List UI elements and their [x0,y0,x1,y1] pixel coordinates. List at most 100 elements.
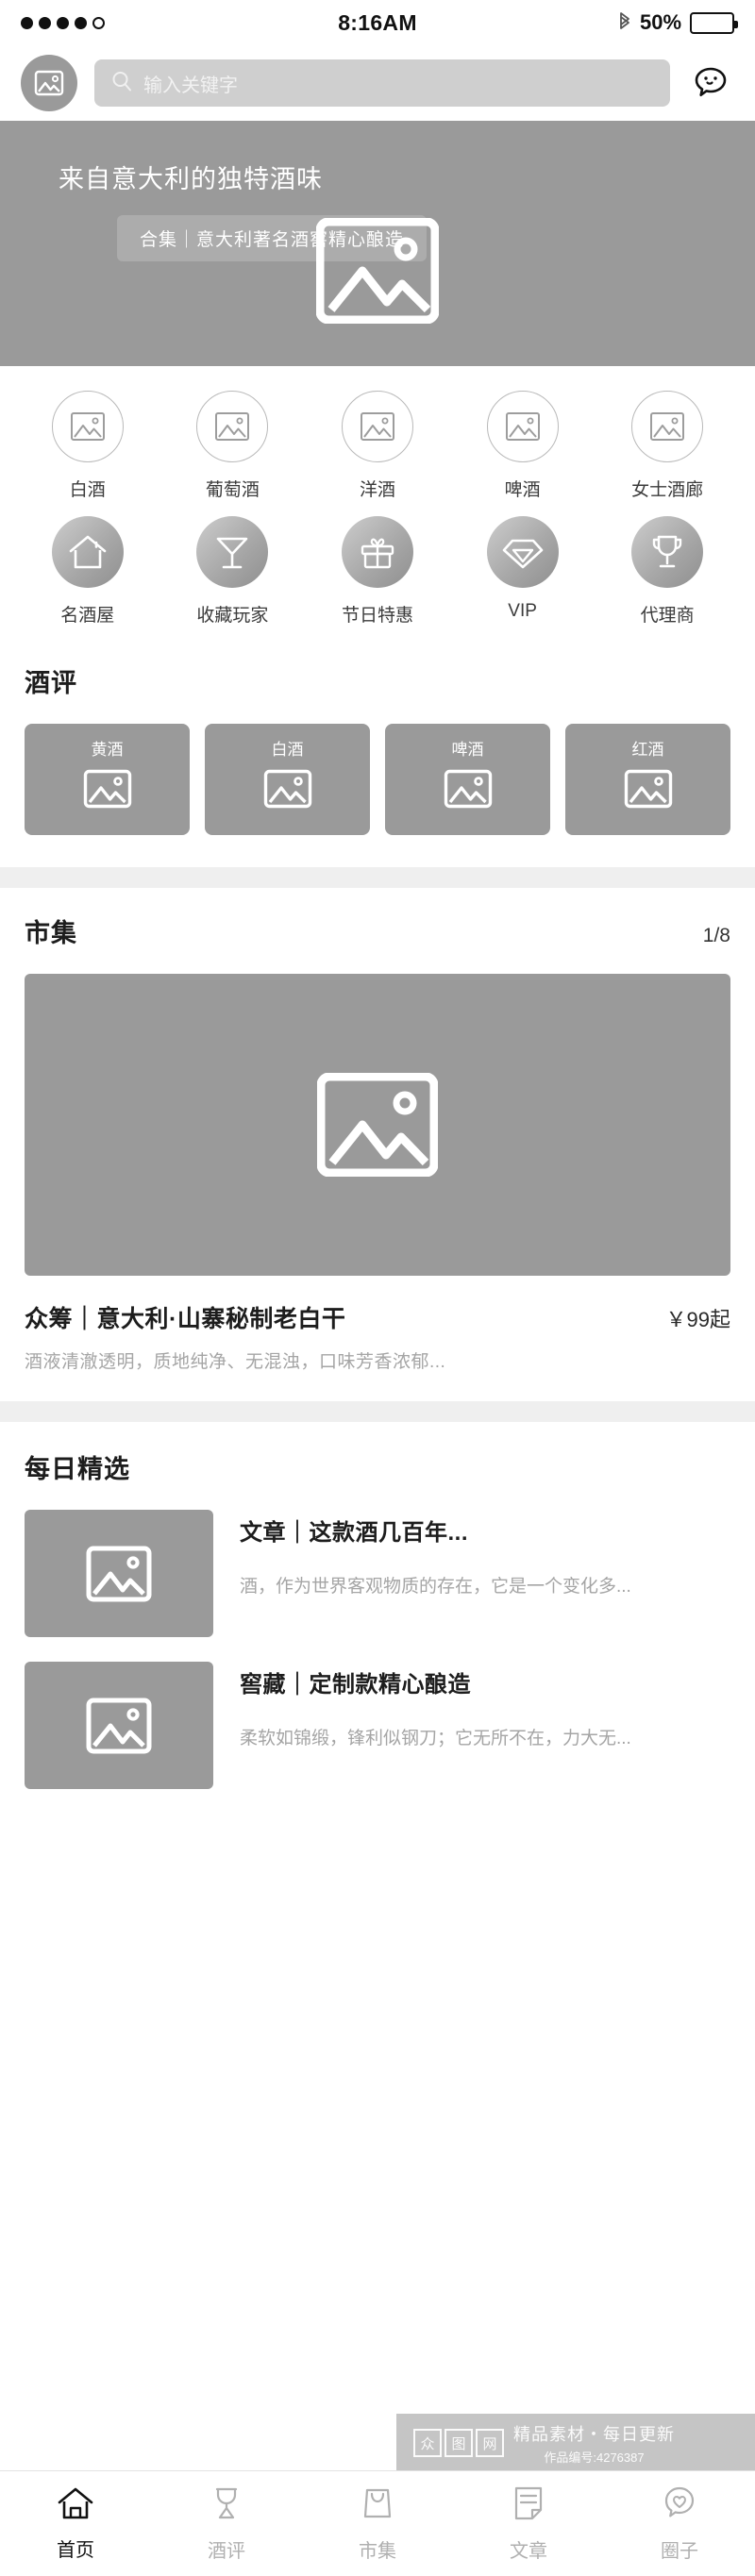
watermark-logo-char: 众 [413,2429,442,2457]
category-label: 节日特惠 [341,606,413,626]
reviews-section: 酒评 黄酒 白酒 啤酒 红酒 [0,647,755,867]
category-item-mingjiuwu[interactable]: 名酒屋 [15,516,160,642]
search-placeholder-text: 输入关键字 [143,75,238,96]
review-card[interactable]: 黄酒 [25,724,190,835]
category-item-putaojiu[interactable]: 葡萄酒 [160,391,306,516]
image-placeholder-icon [624,769,672,809]
wine-glass-icon [210,2485,243,2526]
image-placeholder-icon [86,1698,152,1753]
nav-label: 市集 [359,2540,396,2562]
signal-dot [39,16,51,29]
review-card-label: 红酒 [631,741,664,759]
nav-item-articles[interactable]: 文章 [453,2485,604,2563]
image-placeholder-icon [34,70,64,96]
category-label: 洋酒 [359,480,395,500]
nav-label: 首页 [57,2539,94,2561]
search-icon [111,71,132,96]
gift-icon [341,516,413,588]
watermark-logo-char: 网 [476,2429,504,2457]
nav-label: 文章 [510,2540,547,2562]
image-placeholder-icon [444,769,492,809]
image-placeholder-icon [196,391,269,462]
review-card[interactable]: 白酒 [205,724,370,835]
market-page-counter: 1/8 [702,925,730,946]
daily-selection-section: 每日精选 文章｜这款酒几百年... 酒，作为世界客观物质的存在，它是一个变化多.… [0,1422,755,1810]
status-bar: 8:16AM 50% [0,0,755,45]
shopping-bag-icon [361,2485,394,2526]
hero-title: 来自意大利的独特酒味 [59,165,323,193]
category-item-vip[interactable]: VIP [450,516,596,642]
market-section: 市集 1/8 众筹｜意大利·山寨秘制老白干 ￥99起 酒液清澈透明，质地纯净、无… [0,888,755,1401]
article-description: 柔软如锦缎，锋利似钢刀；它无所不在，力大无... [240,1729,631,1748]
image-placeholder-icon [83,769,131,809]
article-description: 酒，作为世界客观物质的存在，它是一个变化多... [240,1577,631,1597]
cocktail-glass-icon [196,516,269,588]
watermark-logo: 众 图 网 [413,2429,504,2457]
category-item-yangjiu[interactable]: 洋酒 [305,391,450,516]
chat-smiley-icon[interactable] [687,59,734,107]
category-item-baijiu[interactable]: 白酒 [15,391,160,516]
nav-item-reviews[interactable]: 酒评 [151,2485,302,2563]
reviews-section-title: 酒评 [25,669,77,697]
image-placeholder-icon [486,391,559,462]
app-header: 输入关键字 [0,45,755,121]
house-icon [51,516,124,588]
search-input[interactable]: 输入关键字 [94,59,670,107]
signal-strength-dots [21,16,338,29]
category-label: 女士酒廊 [631,480,704,500]
heart-bubble-icon [662,2485,697,2526]
watermark-tagline: 精品素材・每日更新 [513,2424,675,2444]
article-title: 窖藏｜定制款精心酿造 [240,1672,471,1698]
market-section-title: 市集 [25,919,77,947]
signal-dot-empty [92,16,105,29]
category-label: 葡萄酒 [205,480,260,500]
market-product-title: 众筹｜意大利·山寨秘制老白干 [25,1306,346,1332]
signal-dot [75,16,87,29]
battery-percent-label: 50% [639,10,682,34]
category-item-pijiu[interactable]: 啤酒 [450,391,596,516]
category-label: VIP [508,601,537,621]
watermark-overlay: 众 图 网 精品素材・每日更新 作品编号:4276387 [396,2414,755,2472]
image-placeholder-icon [263,769,311,809]
category-item-dailishang[interactable]: 代理商 [595,516,740,642]
category-grid: 白酒 葡萄酒 洋酒 啤酒 女士酒廊 名酒屋 收藏玩家 节日特惠 VIP 代理商 [0,366,755,647]
battery-icon [690,11,739,34]
daily-section-title: 每日精选 [25,1455,130,1483]
article-title: 文章｜这款酒几百年... [240,1520,469,1546]
category-label: 代理商 [640,606,695,626]
home-icon [57,2486,94,2525]
image-placeholder-icon [86,1546,152,1601]
market-section-header: 市集 1/8 [25,912,730,949]
hero-banner[interactable]: 来自意大利的独特酒味 合集｜意大利著名酒窖精心酿造 [0,121,755,366]
avatar[interactable] [21,55,77,111]
watermark-work-id: 作品编号:4276387 [544,2450,645,2465]
image-placeholder-icon [631,391,704,462]
reviews-card-list: 黄酒 白酒 啤酒 红酒 [25,724,730,835]
market-product-image[interactable] [25,974,730,1276]
nav-item-home[interactable]: 首页 [0,2486,151,2562]
signal-dot [21,16,33,29]
list-item[interactable]: 窖藏｜定制款精心酿造 柔软如锦缎，锋利似钢刀；它无所不在，力大无... [25,1662,730,1789]
list-item[interactable]: 文章｜这款酒几百年... 酒，作为世界客观物质的存在，它是一个变化多... [25,1510,730,1637]
review-card-label: 白酒 [271,741,304,759]
market-product-price: ￥99起 [665,1308,730,1331]
review-card-label: 啤酒 [451,741,484,759]
bluetooth-icon [618,11,631,34]
status-bar-time: 8:16AM [338,9,417,35]
category-item-nvshijiulang[interactable]: 女士酒廊 [595,391,740,516]
nav-item-market[interactable]: 市集 [302,2485,453,2563]
review-card[interactable]: 啤酒 [385,724,550,835]
image-placeholder-icon [341,391,413,462]
category-item-jierituhui[interactable]: 节日特惠 [305,516,450,642]
image-placeholder-icon [315,217,440,325]
category-item-shoucangwanjia[interactable]: 收藏玩家 [160,516,306,642]
category-label: 啤酒 [504,480,541,500]
nav-item-circle[interactable]: 圈子 [604,2485,755,2563]
review-card[interactable]: 红酒 [565,724,730,835]
market-product-row: 众筹｜意大利·山寨秘制老白干 ￥99起 [25,1300,730,1334]
market-product-description: 酒液清澈透明，质地纯净、无混浊，口味芳香浓郁... [25,1352,446,1372]
image-placeholder-icon [317,1073,438,1177]
trophy-icon [631,516,704,588]
review-card-label: 黄酒 [91,741,124,759]
watermark-logo-char: 图 [445,2429,473,2457]
